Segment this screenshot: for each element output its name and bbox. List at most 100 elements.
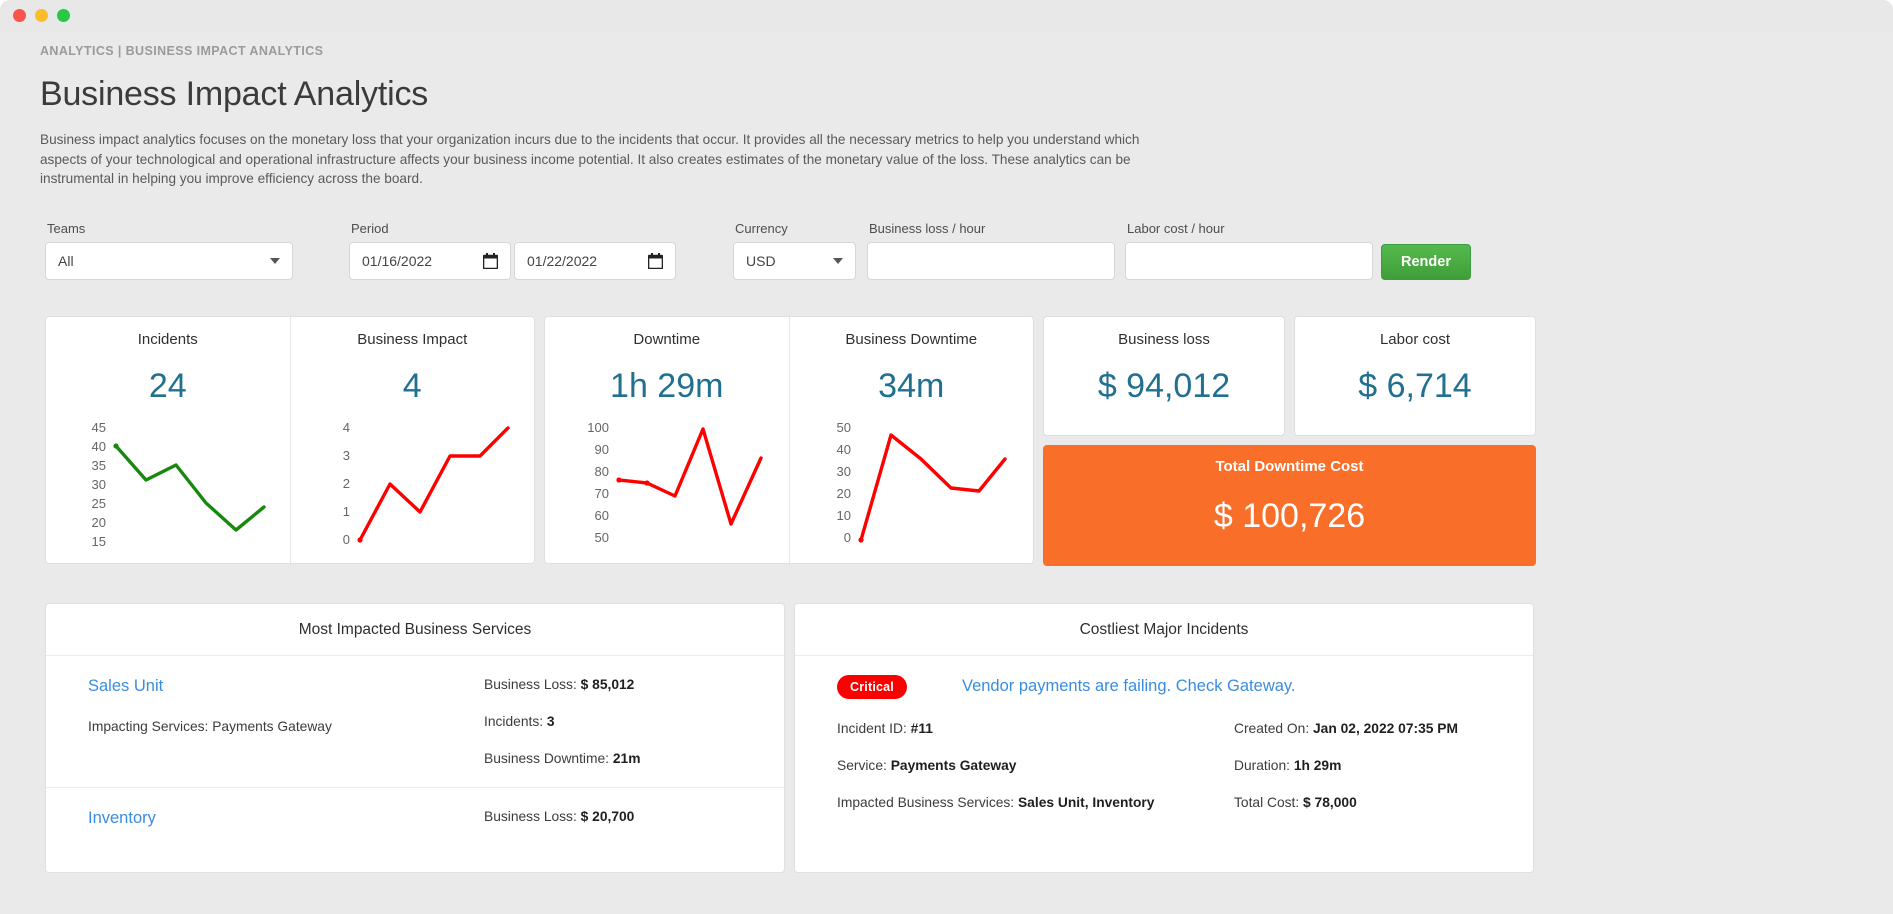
incident-id-value: #11 — [910, 720, 933, 736]
teams-value: All — [58, 252, 74, 269]
incident-impacted-value: Sales Unit, Inventory — [1017, 794, 1155, 810]
svg-text:35: 35 — [91, 458, 105, 473]
list-item[interactable]: Critical Vendor payments are failing. Ch… — [795, 656, 1533, 831]
service-name-link[interactable]: Inventory — [88, 809, 484, 828]
svg-text:50: 50 — [837, 422, 851, 435]
svg-text:45: 45 — [91, 422, 105, 435]
svg-text:1: 1 — [343, 504, 350, 519]
business-loss-hour-field: Business loss / hour — [867, 221, 1115, 280]
period-label: Period — [351, 220, 389, 236]
kpi-right-stack: Business loss $ 94,012 Labor cost $ 6,71… — [1043, 315, 1536, 566]
incident-title-link[interactable]: Vendor payments are failing. Check Gatew… — [962, 677, 1296, 696]
kpi-card-business-downtime: Business Downtime 34m 50 40 30 20 10 0 — [788, 316, 1034, 563]
svg-text:2: 2 — [343, 476, 350, 491]
service-incidents-label: Incidents: — [484, 713, 544, 729]
kpi-title-incidents: Incidents — [137, 330, 198, 348]
service-business-downtime: Business Downtime: 21m — [484, 751, 742, 766]
service-impacting-label: Impacting Services: — [88, 718, 209, 734]
incident-duration: Duration: 1h 29m — [1234, 758, 1491, 773]
kpi-group-incidents: Incidents 24 45 40 35 30 25 20 15 Busine… — [45, 315, 535, 564]
kpi-title-business-downtime: Business Downtime — [845, 330, 978, 348]
kpi-title-business-impact: Business Impact — [357, 330, 468, 348]
kpi-title-labor-cost: Labor cost — [1379, 330, 1451, 348]
calendar-icon[interactable] — [648, 252, 663, 269]
svg-text:4: 4 — [343, 422, 350, 435]
list-item[interactable]: Sales Unit Impacting Services: Payments … — [46, 656, 784, 787]
panel-most-impacted-services: Most Impacted Business Services Sales Un… — [45, 602, 785, 873]
app-window: ANALYTICS | BUSINESS IMPACT ANALYTICS Bu… — [0, 0, 1893, 914]
bottom-panels: Most Impacted Business Services Sales Un… — [40, 602, 1853, 873]
business-loss-hour-label: Business loss / hour — [869, 220, 986, 236]
kpi-card-downtime: Downtime 1h 29m 100 90 80 70 60 50 — [545, 317, 789, 563]
period-end-value: 01/22/2022 — [527, 252, 598, 269]
svg-text:20: 20 — [91, 515, 105, 530]
kpi-title-total-downtime-cost: Total Downtime Cost — [1215, 457, 1364, 475]
kpi-card-total-downtime-cost: Total Downtime Cost $ 100,726 — [1043, 444, 1536, 566]
kpi-value-business-loss: $ 94,012 — [1097, 366, 1231, 405]
service-business-loss-value: $ 85,012 — [580, 676, 635, 692]
incident-duration-value: 1h 29m — [1293, 757, 1342, 773]
incident-created-on-label: Created On: — [1234, 720, 1310, 736]
svg-text:3: 3 — [343, 448, 350, 463]
service-business-loss-label: Business Loss: — [484, 676, 577, 692]
kpi-title-downtime: Downtime — [633, 330, 701, 348]
period-field: Period 01/16/2022 01/22/2022 — [349, 221, 676, 280]
period-end-input[interactable]: 01/22/2022 — [514, 241, 676, 280]
labor-cost-hour-field: Labor cost / hour — [1125, 221, 1373, 280]
incident-service: Service: Payments Gateway — [837, 758, 1234, 773]
window-close-icon[interactable] — [13, 9, 26, 22]
labor-cost-hour-label: Labor cost / hour — [1127, 220, 1225, 236]
svg-text:10: 10 — [837, 508, 851, 523]
calendar-icon[interactable] — [483, 252, 498, 269]
kpi-card-incidents: Incidents 24 45 40 35 30 25 20 15 — [46, 317, 290, 563]
panel-title-services: Most Impacted Business Services — [46, 604, 784, 656]
kpi-value-business-impact: 4 — [402, 366, 422, 405]
period-start-input[interactable]: 01/16/2022 — [349, 241, 511, 280]
svg-text:50: 50 — [594, 530, 608, 545]
svg-text:70: 70 — [594, 486, 608, 501]
panel-title-incidents: Costliest Major Incidents — [795, 604, 1533, 656]
kpi-card-labor-cost: Labor cost $ 6,714 — [1294, 315, 1536, 436]
service-right-column: Business Loss: $ 20,700 — [484, 809, 742, 851]
currency-field: Currency USD — [733, 221, 856, 280]
incident-service-label: Service: — [837, 757, 887, 773]
labor-cost-hour-input[interactable] — [1125, 241, 1373, 280]
incident-created-on: Created On: Jan 02, 2022 07:35 PM — [1234, 721, 1491, 736]
status-badge: Critical — [837, 674, 907, 699]
kpi-card-business-impact: Business Impact 4 4 3 2 1 0 — [289, 316, 535, 563]
window-titlebar — [0, 0, 1893, 31]
list-item[interactable]: Inventory Business Loss: $ 20,700 — [46, 786, 784, 872]
teams-label: Teams — [47, 220, 86, 236]
breadcrumb: ANALYTICS | BUSINESS IMPACT ANALYTICS — [40, 44, 324, 58]
page-description: Business impact analytics focuses on the… — [40, 132, 1140, 187]
svg-text:40: 40 — [837, 442, 851, 457]
kpi-value-total-downtime-cost: $ 100,726 — [1213, 496, 1366, 535]
service-business-loss: Business Loss: $ 20,700 — [484, 809, 742, 824]
service-incidents-value: 3 — [546, 713, 555, 729]
period-date-row: 01/16/2022 01/22/2022 — [349, 241, 676, 280]
teams-field: Teams All — [45, 221, 293, 280]
window-maximize-icon[interactable] — [57, 9, 70, 22]
chevron-down-icon — [833, 257, 843, 264]
incident-column-left: Incident ID: #11 Service: Payments Gatew… — [837, 721, 1234, 810]
sparkline-business-downtime: 50 40 30 20 10 0 — [837, 422, 1007, 545]
page-title: Business Impact Analytics — [40, 75, 429, 113]
page-content: ANALYTICS | BUSINESS IMPACT ANALYTICS Bu… — [0, 31, 1893, 873]
incident-total-cost: Total Cost: $ 78,000 — [1234, 795, 1491, 810]
business-loss-hour-input[interactable] — [867, 241, 1115, 280]
window-minimize-icon[interactable] — [35, 9, 48, 22]
service-impacting: Impacting Services: Payments Gateway — [88, 719, 484, 734]
kpi-row: Incidents 24 45 40 35 30 25 20 15 Busine… — [40, 315, 1853, 566]
render-button[interactable]: Render — [1381, 243, 1471, 280]
service-name-link[interactable]: Sales Unit — [88, 677, 484, 696]
service-business-downtime-label: Business Downtime: — [484, 750, 609, 766]
service-business-downtime-value: 21m — [612, 750, 641, 766]
svg-text:0: 0 — [343, 532, 350, 547]
kpi-mini-row: Business loss $ 94,012 Labor cost $ 6,71… — [1043, 315, 1536, 436]
currency-select[interactable]: USD — [733, 241, 856, 280]
sparkline-business-impact: 4 3 2 1 0 — [343, 422, 510, 547]
incident-total-cost-label: Total Cost: — [1234, 794, 1300, 810]
teams-select[interactable]: All — [45, 241, 293, 280]
svg-text:80: 80 — [594, 464, 608, 479]
svg-text:30: 30 — [837, 464, 851, 479]
